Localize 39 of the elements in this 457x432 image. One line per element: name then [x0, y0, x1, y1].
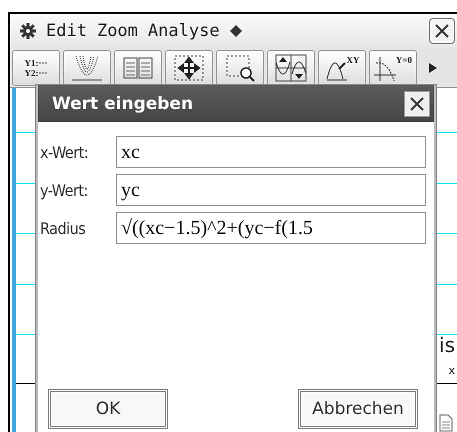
- dialog-title: Wert eingeben: [52, 94, 194, 114]
- toolbar-button[interactable]: [165, 50, 213, 86]
- y2-label: Y2:···: [24, 68, 48, 78]
- root-curve-icon: [374, 54, 396, 80]
- close-icon: [409, 96, 425, 112]
- toolbar-button[interactable]: [63, 50, 111, 86]
- toolbar-button[interactable]: Y1:··· Y2:···: [12, 50, 60, 86]
- background-text: is: [439, 333, 455, 357]
- close-icon: [434, 23, 450, 39]
- input-field[interactable]: √((xc−1.5)^2+(yc−f(1.5: [116, 212, 426, 244]
- diamond-icon[interactable]: [230, 25, 242, 37]
- toolbar-button[interactable]: [114, 50, 162, 86]
- toolbar-button[interactable]: [267, 50, 315, 86]
- input-field[interactable]: yc: [116, 174, 426, 206]
- gear-icon[interactable]: [20, 23, 36, 39]
- parabolas-icon: [70, 54, 104, 82]
- close-button[interactable]: [429, 18, 455, 44]
- field-label: Radius: [40, 218, 86, 238]
- ok-button[interactable]: OK: [48, 389, 168, 429]
- close-button[interactable]: [404, 90, 430, 116]
- menu-item[interactable]: Analyse: [148, 21, 220, 41]
- graph-arrows-icon: [275, 54, 307, 82]
- menu-item[interactable]: Zoom: [96, 21, 138, 41]
- input-field[interactable]: xc: [116, 136, 426, 168]
- zoom-box-icon: [225, 54, 255, 82]
- toolbar-button[interactable]: XY: [318, 50, 366, 86]
- menu-item[interactable]: Edit: [46, 21, 87, 41]
- toolbar-button[interactable]: [216, 50, 264, 86]
- field-label: y-Wert:: [40, 180, 89, 200]
- field-label: x-Wert:: [40, 142, 90, 162]
- scroll-right-icon[interactable]: [428, 62, 438, 74]
- pan-icon: [173, 54, 205, 82]
- y-zero-label: Y=0: [396, 54, 412, 64]
- toolbar-button[interactable]: Y=0: [369, 50, 417, 86]
- cancel-button[interactable]: Abbrechen: [298, 389, 418, 429]
- table-icon: [123, 56, 153, 78]
- background-text: x: [448, 364, 455, 377]
- xy-label: XY: [346, 54, 360, 64]
- y1-label: Y1:···: [24, 58, 48, 68]
